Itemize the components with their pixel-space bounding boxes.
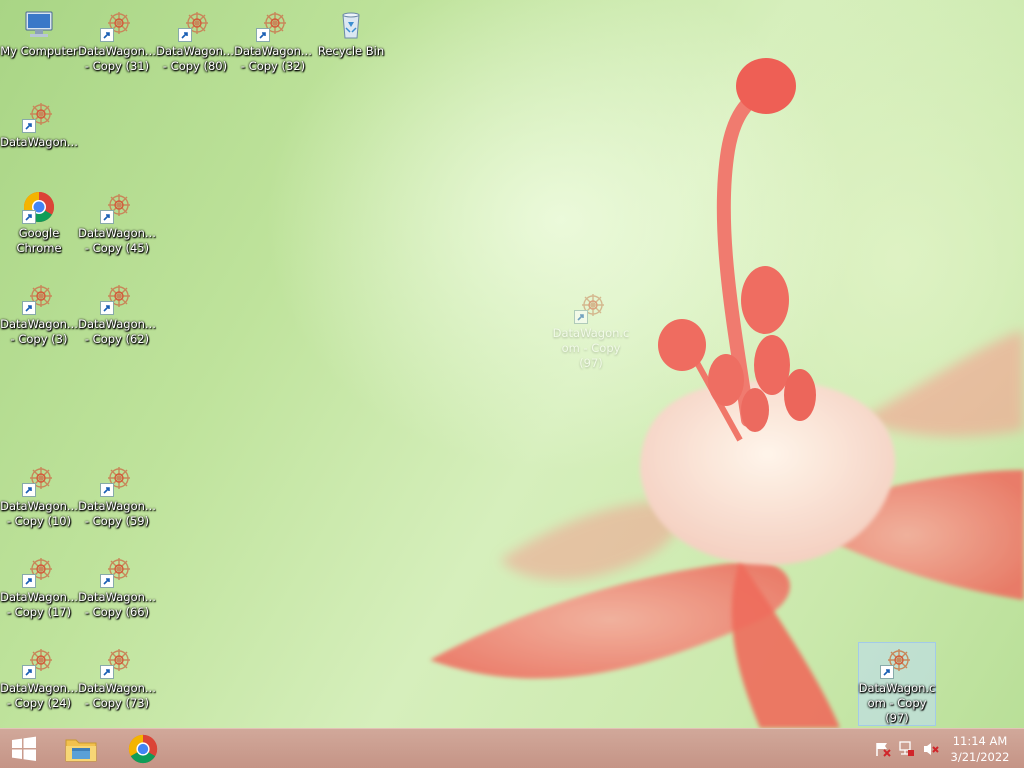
clock-date: 3/21/2022 <box>950 750 1010 764</box>
icon-label: DataWagon... - Copy (17) <box>0 590 78 619</box>
icon-label: DataWagon... - Copy (3) <box>0 317 78 346</box>
desktop-icon-datawagon-copy-10[interactable]: DataWagon... - Copy (10) <box>0 461 78 529</box>
desktop-icon-datawagon-copy-3[interactable]: DataWagon... - Copy (3) <box>0 279 78 347</box>
desktop-icon-datawagon-copy-62[interactable]: DataWagon... - Copy (62) <box>78 279 156 347</box>
datawagon-shortcut-icon <box>574 290 608 324</box>
icon-label: Google Chrome <box>16 226 62 255</box>
datawagon-shortcut-icon <box>22 645 56 679</box>
icon-label: DataWagon... - Copy (62) <box>78 317 156 346</box>
icon-label: DataWagon... - Copy (73) <box>78 681 156 710</box>
icon-label: DataWagon... - Copy (10) <box>0 499 78 528</box>
datawagon-shortcut-icon <box>100 281 134 315</box>
icon-label: Recycle Bin <box>317 44 385 58</box>
taskbar-file-explorer[interactable] <box>56 729 106 768</box>
desktop-icon-datawagon[interactable]: DataWagon... <box>0 97 78 150</box>
datawagon-shortcut-icon <box>256 8 290 42</box>
icon-label: DataWagon.com - Copy (97) <box>552 326 630 370</box>
shortcut-arrow-icon <box>100 210 114 224</box>
shortcut-arrow-icon <box>22 665 36 679</box>
clock-time: 11:14 AM <box>952 734 1008 748</box>
datawagon-shortcut-icon <box>100 463 134 497</box>
desktop-icon-datawagon-copy-97-drag-ghost: DataWagon.com - Copy (97) <box>552 288 630 371</box>
datawagon-shortcut-icon <box>22 99 56 133</box>
desktop-icon-datawagon-copy-31[interactable]: DataWagon... - Copy (31) <box>78 6 156 74</box>
shortcut-arrow-icon <box>178 28 192 42</box>
desktop-icon-datawagon-copy-73[interactable]: DataWagon... - Copy (73) <box>78 643 156 711</box>
desktop-icon-datawagon-copy-32[interactable]: DataWagon... - Copy (32) <box>234 6 312 74</box>
icon-label: DataWagon... - Copy (66) <box>78 590 156 619</box>
desktop-icon-datawagon-copy-24[interactable]: DataWagon... - Copy (24) <box>0 643 78 711</box>
shortcut-arrow-icon <box>22 483 36 497</box>
datawagon-shortcut-icon <box>880 645 914 679</box>
icon-label: DataWagon... - Copy (45) <box>78 226 156 255</box>
icon-label: DataWagon... - Copy (31) <box>78 44 156 73</box>
icon-label: DataWagon... - Copy (32) <box>234 44 312 73</box>
chrome-icon <box>128 734 158 764</box>
shortcut-arrow-icon <box>100 483 114 497</box>
datawagon-shortcut-icon <box>100 190 134 224</box>
icon-label: DataWagon... - Copy (80) <box>156 44 234 73</box>
desktop[interactable]: My Computer DataWagon... - Copy (31) Dat… <box>0 0 1024 728</box>
network-icon[interactable] <box>898 741 916 757</box>
datawagon-shortcut-icon <box>100 554 134 588</box>
recycle-bin-icon <box>334 8 368 42</box>
desktop-icon-datawagon-copy-97[interactable]: DataWagon.com - Copy (97) <box>858 642 936 726</box>
desktop-icon-google-chrome[interactable]: Google Chrome <box>0 188 78 256</box>
folder-icon <box>65 739 97 762</box>
start-button[interactable] <box>0 729 48 768</box>
icon-label: My Computer <box>0 44 78 58</box>
shortcut-arrow-icon <box>22 574 36 588</box>
desktop-icon-my-computer[interactable]: My Computer <box>0 6 78 59</box>
desktop-icon-datawagon-copy-45[interactable]: DataWagon... - Copy (45) <box>78 188 156 256</box>
shortcut-arrow-icon <box>100 28 114 42</box>
volume-muted-icon[interactable] <box>922 741 940 757</box>
shortcut-arrow-icon <box>100 665 114 679</box>
desktop-icon-datawagon-copy-80[interactable]: DataWagon... - Copy (80) <box>156 6 234 74</box>
shortcut-arrow-icon <box>574 310 588 324</box>
shortcut-arrow-icon <box>256 28 270 42</box>
action-center-flag-icon[interactable] <box>874 741 892 757</box>
taskbar-google-chrome[interactable] <box>118 729 168 768</box>
windows-logo-icon <box>12 736 36 761</box>
taskbar: 11:14 AM 3/21/2022 <box>0 728 1024 768</box>
shortcut-arrow-icon <box>22 210 36 224</box>
computer-icon <box>22 8 56 42</box>
datawagon-shortcut-icon <box>178 8 212 42</box>
icon-label: DataWagon.com - Copy (97) <box>858 681 936 725</box>
icon-label: DataWagon... <box>0 135 78 149</box>
desktop-icon-recycle-bin[interactable]: Recycle Bin <box>312 6 390 59</box>
datawagon-shortcut-icon <box>22 554 56 588</box>
datawagon-shortcut-icon <box>100 645 134 679</box>
icon-label: DataWagon... - Copy (24) <box>0 681 78 710</box>
datawagon-shortcut-icon <box>100 8 134 42</box>
desktop-icon-datawagon-copy-17[interactable]: DataWagon... - Copy (17) <box>0 552 78 620</box>
datawagon-shortcut-icon <box>22 281 56 315</box>
chrome-icon <box>22 190 56 224</box>
system-clock[interactable]: 11:14 AM 3/21/2022 <box>950 733 1010 765</box>
desktop-icon-datawagon-copy-66[interactable]: DataWagon... - Copy (66) <box>78 552 156 620</box>
shortcut-arrow-icon <box>880 665 894 679</box>
shortcut-arrow-icon <box>22 301 36 315</box>
icon-label: DataWagon... - Copy (59) <box>78 499 156 528</box>
desktop-icon-datawagon-copy-59[interactable]: DataWagon... - Copy (59) <box>78 461 156 529</box>
shortcut-arrow-icon <box>100 301 114 315</box>
datawagon-shortcut-icon <box>22 463 56 497</box>
shortcut-arrow-icon <box>100 574 114 588</box>
shortcut-arrow-icon <box>22 119 36 133</box>
